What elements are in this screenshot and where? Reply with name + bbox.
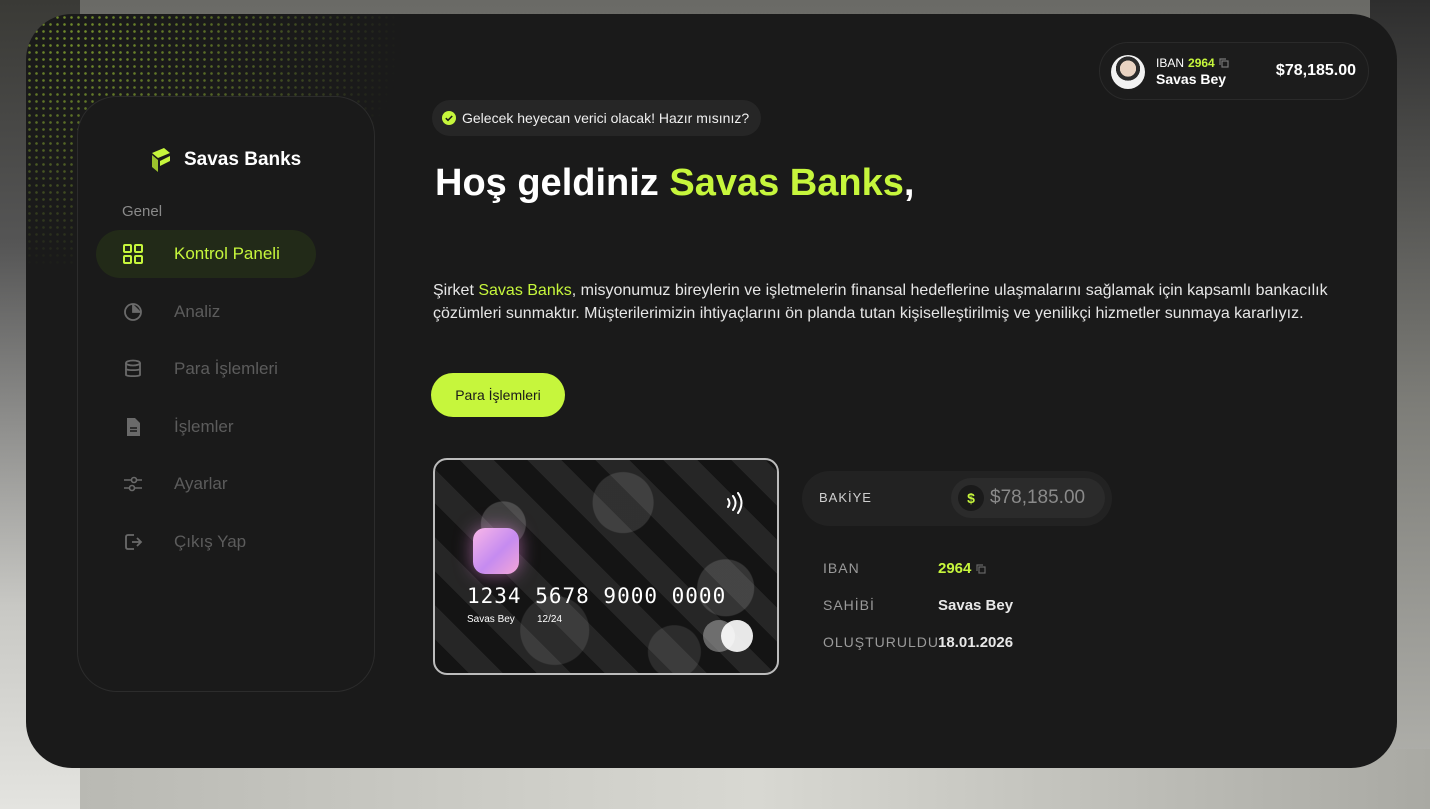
headline-prefix: Hoş geldiniz [435, 162, 670, 204]
profile-name: Savas Bey [1156, 71, 1227, 87]
sidebar-item-operations[interactable]: İşlemler [96, 403, 316, 451]
sidebar-item-logout[interactable]: Çıkış Yap [96, 518, 316, 566]
brand-logo-icon [152, 148, 170, 172]
balance-box: BAKİYE $ $78,185.00 [802, 471, 1112, 526]
description-prefix: Şirket [433, 282, 479, 299]
brand-name: Savas Banks [184, 149, 302, 170]
dollar-icon: $ [958, 485, 984, 511]
bank-card[interactable]: 1234 5678 9000 0000 Savas Bey 12/24 [433, 458, 779, 675]
money-operations-button[interactable]: Para İşlemleri [431, 373, 565, 417]
iban-label: IBAN [1156, 56, 1185, 70]
card-expiry: 12/24 [537, 614, 563, 625]
sliders-icon [123, 474, 143, 494]
sidebar-item-label: Analiz [174, 301, 221, 321]
copy-icon[interactable] [1219, 58, 1229, 68]
sidebar-item-label: Ayarlar [174, 474, 228, 493]
iban-value: 2964 [938, 560, 972, 577]
database-icon [123, 359, 143, 379]
intro-description: Şirket Savas Banks, misyonumuz bireyleri… [433, 279, 1383, 325]
sidebar-item-label: Çıkış Yap [174, 531, 247, 551]
announcement-text: Gelecek heyecan verici olacak! Hazır mıs… [462, 110, 750, 126]
headline-brand: Savas Banks [669, 162, 904, 204]
info-value: Savas Bey [938, 597, 1014, 614]
info-label: OLUŞTURULDU [823, 634, 940, 650]
announcement-badge: Gelecek heyecan verici olacak! Hazır mıs… [432, 100, 762, 136]
headline-suffix: , [903, 162, 915, 204]
card-holder: Savas Bey [467, 614, 515, 625]
sidebar-item-label: İşlemler [174, 416, 234, 436]
card-number: 1234 5678 9000 0000 [467, 584, 727, 608]
profile-balance: $78,185.00 [1275, 62, 1356, 79]
info-label: SAHİBİ [823, 597, 875, 613]
info-value: 2964 [938, 560, 986, 577]
info-label: IBAN [823, 560, 860, 576]
check-circle-icon [442, 111, 456, 125]
sidebar-item-settings[interactable]: Ayarlar [96, 460, 316, 508]
bank-window: Savas Banks Genel Kontrol Paneli Analiz … [26, 14, 1397, 768]
sidebar-item-label: Kontrol Paneli [174, 244, 280, 263]
balance-pill: $ $78,185.00 [951, 478, 1105, 518]
balance-label: BAKİYE [819, 490, 872, 505]
description-brand: Savas Banks [478, 282, 572, 299]
sidebar: Savas Banks Genel Kontrol Paneli Analiz … [77, 96, 375, 692]
iban-number: 2964 [1188, 56, 1215, 70]
avatar [1111, 55, 1145, 89]
sidebar-item-transactions[interactable]: Para İşlemleri [96, 345, 316, 393]
dashboard-grid-icon [123, 244, 143, 264]
sidebar-item-label: Para İşlemleri [174, 359, 278, 378]
profile-summary[interactable]: IBAN 2964 Savas Bey $78,185.00 [1099, 42, 1369, 100]
brand: Savas Banks [150, 147, 301, 173]
section-label-general: Genel [122, 203, 163, 220]
info-value: 18.01.2026 [938, 634, 1014, 651]
sidebar-nav: Kontrol Paneli Analiz Para İşlemleri İşl… [96, 230, 316, 575]
card-network-logo-icon [703, 620, 753, 652]
page-title: Hoş geldiniz Savas Banks, [435, 162, 914, 205]
profile-iban: IBAN 2964 [1156, 56, 1229, 70]
sidebar-item-dashboard[interactable]: Kontrol Paneli [96, 230, 316, 278]
card-chip-icon [473, 528, 519, 574]
document-icon [123, 417, 143, 437]
pie-chart-icon [123, 302, 143, 322]
contactless-icon [727, 492, 743, 514]
sidebar-item-analysis[interactable]: Analiz [96, 288, 316, 336]
logout-icon [123, 532, 143, 552]
copy-icon[interactable] [976, 563, 986, 574]
balance-value: $78,185.00 [990, 487, 1086, 508]
